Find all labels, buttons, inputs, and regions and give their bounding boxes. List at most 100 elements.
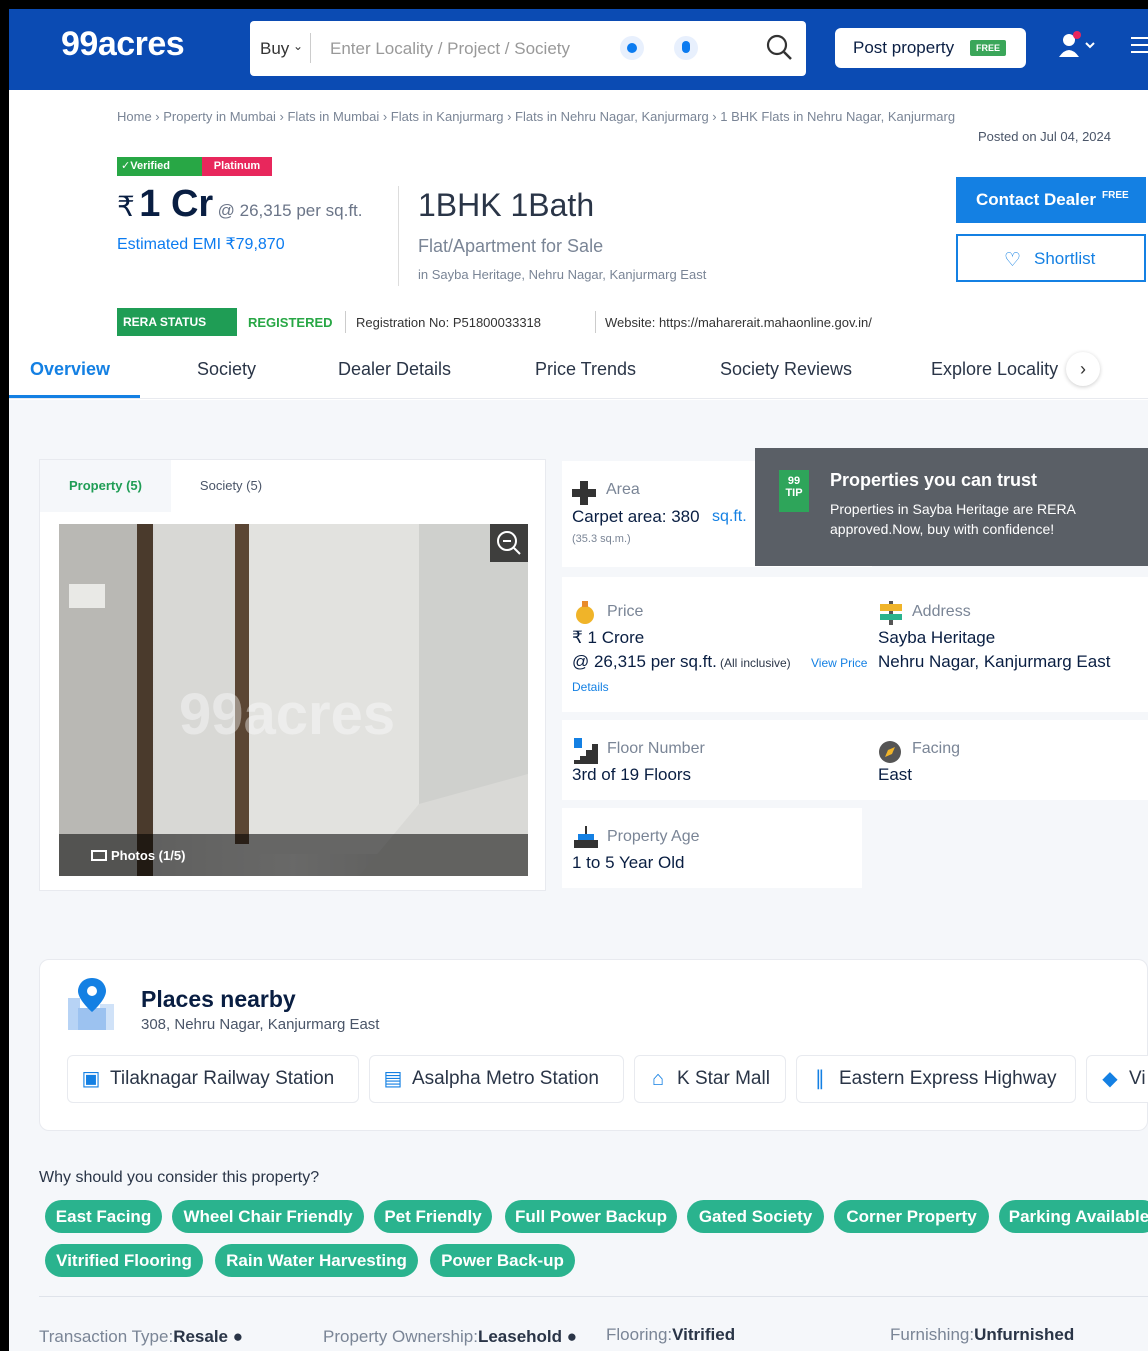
price-value: ₹ 1 Crore [572, 628, 645, 647]
shopping-icon: ⌂ [651, 1068, 665, 1090]
places-nearby-section: Places nearby 308, Nehru Nagar, Kanjurma… [39, 959, 1148, 1131]
furnishing: Furnishing:Unfurnished [890, 1325, 1074, 1345]
free-label: FREE [1101, 190, 1129, 202]
place-chip-railway[interactable]: ▣ Tilaknagar Railway Station [67, 1055, 359, 1103]
flooring-label: Flooring: [606, 1325, 673, 1344]
tab-society-photos[interactable]: Society (5) [171, 460, 291, 512]
price-details-link[interactable]: Details [572, 680, 609, 694]
rera-website[interactable]: Website: https://maharerait.mahaonline.g… [605, 315, 872, 330]
address-line1: Sayba Heritage [878, 628, 996, 647]
post-property-label: Post property [853, 38, 955, 57]
price-all-inclusive: (All inclusive) [720, 656, 791, 670]
place-name: K Star Mall [677, 1068, 770, 1089]
location-icon[interactable] [620, 36, 644, 60]
place-chip-metro[interactable]: ▤ Asalpha Metro Station [369, 1055, 624, 1103]
rera-registration-number: Registration No: P51800033318 [356, 315, 542, 330]
price-label: Price [607, 603, 644, 620]
tab-overview[interactable]: Overview [30, 359, 110, 380]
place-name: Vi [1129, 1068, 1146, 1089]
rupee-symbol: ₹ [117, 191, 135, 222]
verified-badge: ✓Verified [117, 157, 202, 176]
divider [345, 311, 346, 333]
photo-gallery: Property (5) Society (5) 99acres Photos … [39, 459, 546, 891]
logo[interactable]: 99acres [61, 25, 185, 64]
trust-description: Properties in Sayba Heritage are RERA ap… [830, 501, 1076, 537]
train-icon: ▣ [81, 1068, 101, 1090]
price-per-sqft: @ 26,315 per sq.ft. [217, 201, 363, 220]
address-line2: Nehru Nagar, Kanjurmarg East [878, 652, 1111, 671]
estimated-emi-link[interactable]: Estimated EMI ₹79,870 [117, 234, 285, 254]
feature-pill: Wheel Chair Friendly [172, 1200, 364, 1233]
shortlist-label: Shortlist [1034, 249, 1096, 268]
feature-pill: Rain Water Harvesting [215, 1244, 418, 1277]
platinum-badge: Platinum [202, 157, 272, 176]
divider [595, 311, 596, 333]
flooring-value: Vitrified [672, 1325, 736, 1344]
user-icon[interactable] [1057, 31, 1097, 61]
feature-pill: East Facing [45, 1200, 162, 1233]
tab-explore-locality[interactable]: Explore Locality [931, 359, 1058, 380]
info-icon[interactable]: ● [567, 1327, 577, 1346]
floor-label: Floor Number [607, 740, 705, 757]
tab-society[interactable]: Society [197, 359, 256, 380]
search-icon[interactable] [765, 33, 795, 63]
room-photo-graphic: 99acres [59, 524, 528, 876]
place-chip-mall[interactable]: ⌂ K Star Mall [634, 1055, 786, 1103]
post-property-button[interactable]: Post property FREE [835, 28, 1026, 68]
divider [398, 186, 399, 286]
transaction-type: Transaction Type:Resale ● [39, 1327, 243, 1347]
trust-title: Properties you can trust [830, 470, 1038, 490]
mic-icon[interactable] [674, 36, 698, 60]
metro-icon: ▤ [383, 1068, 403, 1090]
facing-label: Facing [912, 740, 961, 757]
area-unit-dropdown[interactable]: sq.ft. [712, 508, 747, 526]
signpost-icon [880, 601, 902, 625]
furnishing-label: Furnishing: [890, 1325, 975, 1344]
chevron-down-icon[interactable]: ⌄ [293, 39, 303, 53]
compass-icon [879, 741, 901, 763]
floor-facing-card: Floor Number 3rd of 19 Floors Facing Eas… [562, 720, 1148, 800]
section-tabs: Overview Society Dealer Details Price Tr… [9, 349, 1148, 399]
ownership-label: Property Ownership: [323, 1327, 478, 1346]
furnishing-value: Unfurnished [974, 1325, 1075, 1344]
search-bar: Buy ⌄ Enter Locality / Project / Society [250, 21, 806, 76]
property-photo[interactable]: 99acres Photos (1/5) [59, 524, 528, 876]
hamburger-menu-icon[interactable] [1131, 37, 1148, 57]
area-sqm: (35.3 sq.m.) [572, 533, 631, 545]
ownership-value: Leasehold [477, 1327, 563, 1346]
photos-counter[interactable]: Photos (1/5) [59, 834, 528, 876]
watermark: 99acres [179, 682, 395, 747]
view-price-details-link[interactable]: View Price [811, 656, 867, 670]
feature-pill: Pet Friendly [374, 1200, 492, 1233]
heart-icon: ♡ [1004, 250, 1022, 271]
zoom-icon[interactable] [490, 524, 528, 562]
chevron-right-icon[interactable]: › [1066, 352, 1100, 386]
property-age-label: Property Age [607, 828, 700, 845]
property-type: Flat/Apartment for Sale [418, 236, 604, 256]
tab-property-photos[interactable]: Property (5) [40, 460, 171, 512]
breadcrumb[interactable]: Home › Property in Mumbai › Flats in Mum… [117, 109, 955, 124]
place-name: Tilaknagar Railway Station [110, 1068, 335, 1089]
shortlist-button[interactable]: ♡ Shortlist [956, 234, 1146, 282]
trust-banner: 99 TIP Properties you can trust Properti… [755, 448, 1148, 566]
property-age-value: 1 to 5 Year Old [572, 853, 685, 872]
info-icon[interactable]: ● [233, 1327, 243, 1346]
tip-label: 99 TIP [785, 475, 803, 499]
transaction-type-value: Resale [173, 1327, 229, 1346]
tab-price-trends[interactable]: Price Trends [535, 359, 636, 380]
price-row: ₹ 1 Cr @ 26,315 per sq.ft. [117, 183, 363, 226]
place-chip-education[interactable]: ◆ Vi [1086, 1055, 1148, 1103]
search-input[interactable]: Enter Locality / Project / Society [330, 39, 570, 59]
rera-status-badge[interactable]: RERA STATUS [117, 308, 237, 336]
buy-dropdown[interactable]: Buy [260, 39, 289, 59]
place-chip-highway[interactable]: ∥ Eastern Express Highway [796, 1055, 1076, 1103]
flooring: Flooring:Vitrified [606, 1325, 735, 1345]
tab-dealer-details[interactable]: Dealer Details [338, 359, 451, 380]
tab-society-reviews[interactable]: Society Reviews [720, 359, 852, 380]
transaction-type-label: Transaction Type: [39, 1327, 174, 1346]
photos-count-label: Photos (1/5) [111, 848, 186, 863]
area-icon [572, 481, 596, 505]
contact-dealer-button[interactable]: Contact Dealer FREE [956, 177, 1146, 223]
address-label: Address [912, 603, 971, 620]
area-label: Area [606, 481, 640, 498]
